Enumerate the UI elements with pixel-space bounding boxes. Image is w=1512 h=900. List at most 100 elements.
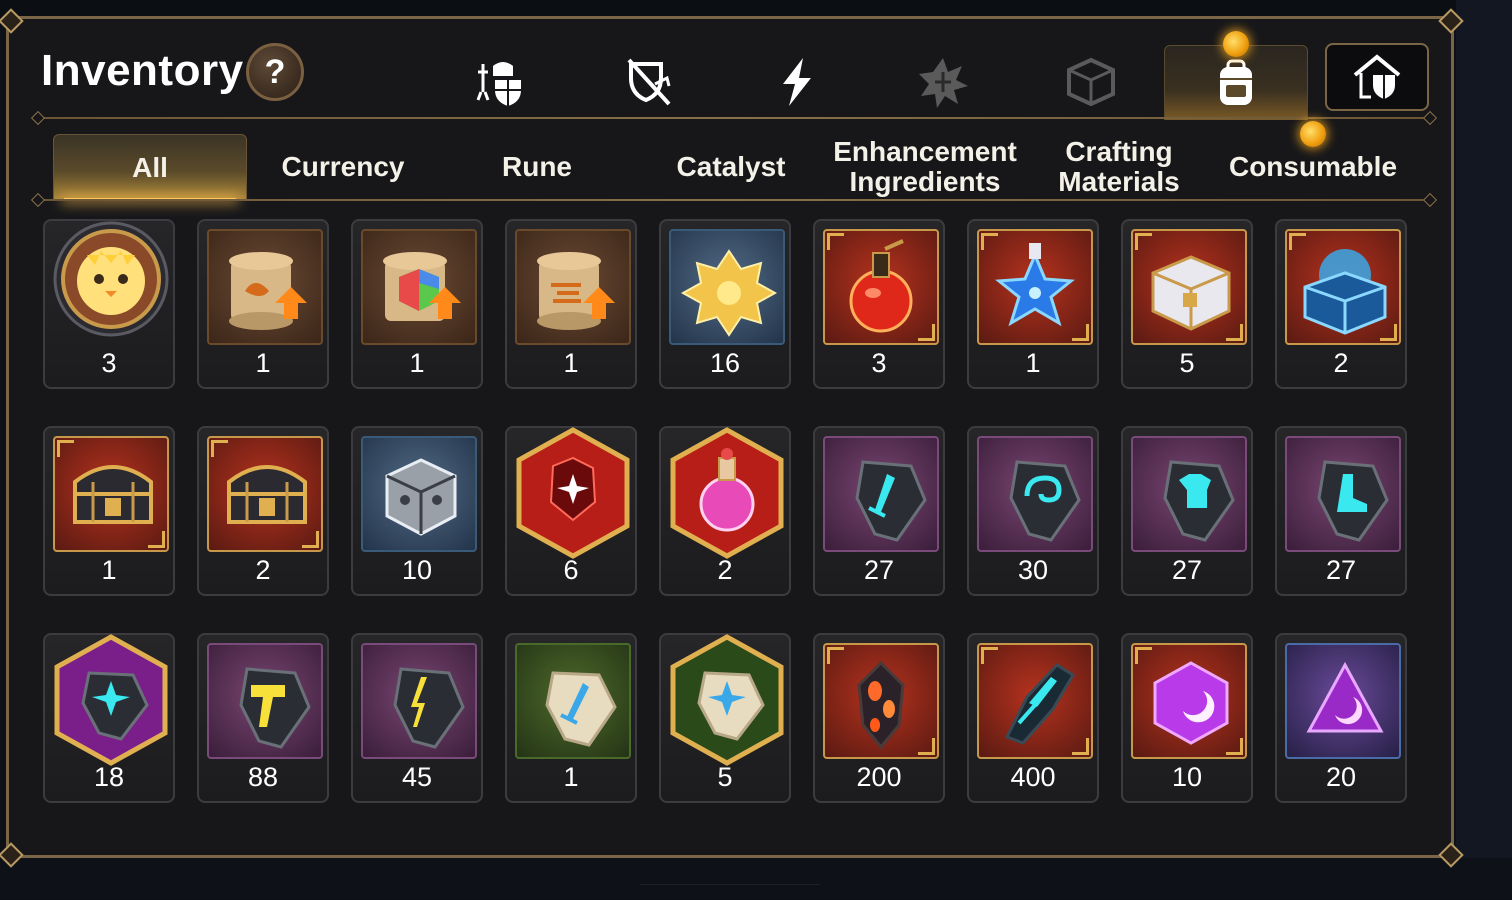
- stone-sword-rune-icon: [515, 643, 631, 759]
- item-slot[interactable]: 3: [813, 219, 945, 389]
- item-slot[interactable]: 27: [1121, 426, 1253, 596]
- chick-portrait-icon: [51, 219, 171, 339]
- item-count: 20: [1325, 762, 1357, 792]
- boot-rune-icon: [1285, 436, 1401, 552]
- subtab-enhancement-ingredients[interactable]: Enhancement Ingredients: [829, 134, 1021, 200]
- item-count: 30: [1017, 555, 1049, 585]
- item-slot[interactable]: 27: [813, 426, 945, 596]
- item-slot[interactable]: 1: [197, 219, 329, 389]
- subtab-catalyst[interactable]: Catalyst: [635, 134, 827, 200]
- red-potion-icon: [823, 229, 939, 345]
- item-slot-partial[interactable]: [967, 855, 1099, 858]
- subtab-label: Rune: [502, 151, 572, 182]
- item-count: 6: [563, 555, 579, 585]
- subtab-crafting-materials[interactable]: Crafting Materials: [1023, 134, 1215, 200]
- item-slot[interactable]: 30: [967, 426, 1099, 596]
- item-count: 200: [856, 762, 902, 792]
- tab-knight-shield[interactable]: [451, 45, 551, 119]
- item-count: 1: [1025, 348, 1041, 378]
- item-slot[interactable]: 20: [1275, 633, 1407, 803]
- item-count: 5: [1179, 348, 1195, 378]
- item-slot[interactable]: 10: [351, 426, 483, 596]
- item-count: 1: [563, 348, 579, 378]
- item-count: 18: [93, 762, 125, 792]
- inventory-panel: Inventory ? All Currency Rune Catalyst E…: [6, 16, 1454, 858]
- subtab-rune[interactable]: Rune: [441, 134, 633, 200]
- item-slot[interactable]: 2: [659, 426, 791, 596]
- scroll-upgrade-icon: [515, 229, 631, 345]
- item-slot[interactable]: 1: [967, 219, 1099, 389]
- hammer-rune-icon: [207, 643, 323, 759]
- item-slot-partial[interactable]: [351, 855, 483, 858]
- armor-rune-icon: [1131, 436, 1247, 552]
- item-slot[interactable]: 5: [659, 633, 791, 803]
- subtab-label: Ingredients: [849, 166, 1001, 197]
- item-slot-partial[interactable]: [43, 855, 175, 858]
- subtab-label: All: [132, 152, 168, 183]
- help-button[interactable]: ?: [246, 43, 304, 101]
- item-slot-partial[interactable]: [1275, 855, 1407, 858]
- subtab-all[interactable]: All: [53, 134, 247, 201]
- item-slot[interactable]: 6: [505, 426, 637, 596]
- item-slot[interactable]: 1: [43, 426, 175, 596]
- item-slot[interactable]: 2: [1275, 219, 1407, 389]
- spiral-rune-icon: [977, 436, 1093, 552]
- item-count: 1: [255, 348, 271, 378]
- item-slot[interactable]: 1: [505, 633, 637, 803]
- tab-lightning[interactable]: [747, 45, 847, 119]
- item-slot-partial[interactable]: [197, 855, 329, 858]
- item-slot-partial[interactable]: [659, 855, 791, 858]
- bolt-rune-icon: [361, 643, 477, 759]
- blue-crystal-chest-icon: [1285, 229, 1401, 345]
- silver-cube-icon: [361, 436, 477, 552]
- item-slot[interactable]: 3: [43, 219, 175, 389]
- backpack-notification-dot: [1223, 31, 1249, 57]
- item-slot[interactable]: 88: [197, 633, 329, 803]
- tab-broken-shield[interactable]: [599, 45, 699, 119]
- sword-rune-icon: [823, 436, 939, 552]
- pink-potion-icon: [665, 426, 789, 560]
- item-count: 10: [401, 555, 433, 585]
- item-slot[interactable]: 1: [351, 219, 483, 389]
- lightning-icon: [783, 58, 811, 106]
- item-slot[interactable]: 18: [43, 633, 175, 803]
- subtab-label: Consumable: [1228, 151, 1398, 182]
- item-slot[interactable]: 400: [967, 633, 1099, 803]
- tab-dice[interactable]: [1041, 45, 1141, 119]
- item-count: 27: [863, 555, 895, 585]
- stone-star-rune-icon: [665, 633, 789, 767]
- item-count: 88: [247, 762, 279, 792]
- item-slot[interactable]: 10: [1121, 633, 1253, 803]
- item-count: 27: [1171, 555, 1203, 585]
- item-slot[interactable]: 16: [659, 219, 791, 389]
- gold-crystal-flower-icon: [669, 229, 785, 345]
- item-slot-partial[interactable]: [813, 855, 945, 858]
- subtab-currency[interactable]: Currency: [247, 134, 439, 200]
- item-slot[interactable]: 200: [813, 633, 945, 803]
- item-slot[interactable]: 2: [197, 426, 329, 596]
- item-slot[interactable]: 5: [1121, 219, 1253, 389]
- gold-chest-icon: [207, 436, 323, 552]
- item-count: 10: [1171, 762, 1203, 792]
- item-slot[interactable]: 27: [1275, 426, 1407, 596]
- subtab-label: Currency: [281, 151, 405, 182]
- background-hint: [640, 884, 820, 900]
- item-slot-partial[interactable]: [1121, 855, 1253, 858]
- item-count: 3: [101, 348, 117, 378]
- knight-shield-icon: [476, 62, 521, 106]
- house-shield-icon: [1353, 54, 1401, 99]
- subtab-label: Crafting: [1065, 136, 1173, 167]
- page-title: Inventory: [41, 46, 244, 95]
- item-slot-partial[interactable]: [505, 855, 637, 858]
- item-slot[interactable]: 1: [505, 219, 637, 389]
- cyan-shard-icon: [977, 643, 1093, 759]
- item-count: 1: [409, 348, 425, 378]
- item-count: 3: [871, 348, 887, 378]
- divider-ornament: [30, 110, 46, 126]
- tab-house-shield[interactable]: [1325, 43, 1429, 111]
- tab-spiked-star[interactable]: [893, 45, 993, 119]
- divider-ornament: [1422, 110, 1438, 126]
- item-count: 1: [101, 555, 117, 585]
- subtab-label: Catalyst: [676, 151, 786, 182]
- item-slot[interactable]: 45: [351, 633, 483, 803]
